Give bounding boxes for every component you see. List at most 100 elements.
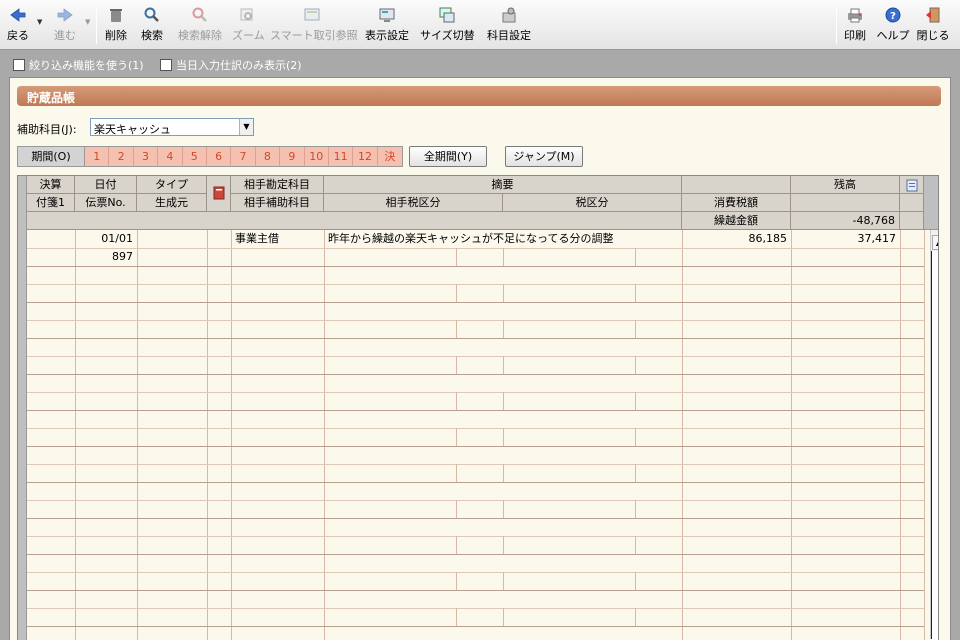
back-arrow-icon [10,8,26,22]
help-button[interactable]: ? ヘルプ [876,4,910,46]
sub-account-select[interactable]: 楽天キャッシュ ▼ [90,118,254,136]
grid-subcolumn-line [503,320,504,338]
month-2[interactable]: 2 [109,147,134,166]
clipboard-icon [906,179,917,192]
header-slip1: 付箋1 [27,194,75,212]
scroll-up-icon[interactable]: ▲ [932,235,938,250]
grid-column-line [75,230,76,640]
ledger-panel: 貯蔵品帳 補助科目(J): 楽天キャッシュ ▼ 期間(O) 1 2 3 4 5 … [9,77,951,640]
month-9[interactable]: 9 [280,147,305,166]
month-4[interactable]: 4 [158,147,183,166]
period-selector: 期間(O) 1 2 3 4 5 6 7 8 9 10 11 12 決 [17,146,404,167]
delete-button[interactable]: 削除 [101,4,131,46]
month-8[interactable]: 8 [255,147,281,166]
header-counter-sub: 相手補助科目 [231,194,324,212]
grid-row-line [27,626,924,627]
size-switch-button[interactable]: サイズ切替 [420,4,475,46]
back-button[interactable]: 戻る [4,4,32,46]
row-voucher-no[interactable]: 897 [75,248,133,266]
month-settlement[interactable]: 決 [377,147,403,166]
size-switch-icon [439,7,455,23]
grid-column-line [682,230,683,640]
header-counter-tax: 相手税区分 [324,194,503,212]
grid-column-line [207,230,208,640]
grid-row-line [27,302,924,303]
period-label[interactable]: 期間(O) [18,147,85,166]
jump-button[interactable]: ジャンプ(M) [505,146,583,167]
grid-row-line [27,410,924,411]
grid-row-line [27,428,924,429]
zoom-button[interactable]: ズーム [232,4,265,46]
row-amount[interactable]: 86,185 [682,230,788,248]
today-only-checkbox[interactable]: 当日入力仕訳のみ表示(2) [160,57,302,73]
search-icon [144,7,159,22]
grid-subcolumn-line [503,464,504,482]
header-counter-account: 相手勘定科目 [231,176,324,194]
toolbar-separator [836,6,837,44]
month-6[interactable]: 6 [206,147,232,166]
grid-row-line [27,446,924,447]
header-blank-4 [900,212,924,230]
print-button[interactable]: 印刷 [840,4,870,46]
scrollbar-thumb[interactable] [931,251,938,639]
grid-subcolumn-line [456,536,457,554]
vertical-scrollbar[interactable]: ▲ [930,230,938,639]
month-1[interactable]: 1 [85,147,110,166]
month-5[interactable]: 5 [182,147,207,166]
grid-row-line [27,554,924,555]
smart-transaction-ref-button[interactable]: スマート取引参照 [270,4,358,46]
header-date: 日付 [75,176,137,194]
account-settings-button[interactable]: 科目設定 [483,4,535,46]
grid-row-line [27,500,924,501]
grid-subcolumn-line [503,284,504,302]
clear-search-icon [192,7,207,22]
row-date[interactable]: 01/01 [75,230,133,248]
grid-subcolumn-line [635,320,636,338]
grid-column-line [900,230,901,640]
grid-subcolumn-line [503,248,504,266]
grid-subcolumn-line [456,572,457,590]
month-11[interactable]: 11 [328,147,354,166]
close-button[interactable]: 閉じる [916,4,950,46]
toolbar: 戻る ▼ 進む ▼ 削除 検索 検索解除 ズーム スマート取引参照 表示設定 サ… [0,0,960,50]
filter-checkbox[interactable]: 絞り込み機能を使う(1) [13,57,144,73]
panel-title: 貯蔵品帳 [17,86,941,106]
checkbox-box[interactable] [160,59,172,71]
grid-row-line [27,320,924,321]
grid-subcolumn-line [456,500,457,518]
grid-column-line [137,230,138,640]
grid-row-line [27,374,924,375]
row-counter-account[interactable]: 事業主借 [235,230,323,248]
grid-subcolumn-line [503,608,504,626]
header-memo[interactable] [900,176,924,194]
back-dropdown-icon[interactable]: ▼ [37,18,42,26]
all-period-button[interactable]: 全期間(Y) [409,146,487,167]
svg-text:?: ? [890,11,896,22]
grid-subcolumn-line [635,356,636,374]
zoom-icon [240,8,253,21]
checkbox-box[interactable] [13,59,25,71]
month-10[interactable]: 10 [304,147,329,166]
grid-row-line [27,266,924,267]
grid-subcolumn-line [635,464,636,482]
chevron-down-icon[interactable]: ▼ [239,119,253,135]
header-attachment [207,176,231,212]
month-7[interactable]: 7 [231,147,256,166]
forward-button[interactable]: 進む [50,4,80,46]
row-summary[interactable]: 昨年から繰越の楽天キャッシュが不足になってる分の調整 [328,230,678,248]
trash-icon [110,9,122,22]
grid-row-line [27,572,924,573]
row-balance[interactable]: 37,417 [791,230,897,248]
clear-search-button[interactable]: 検索解除 [174,4,226,46]
grid-subcolumn-line [635,572,636,590]
search-button[interactable]: 検索 [137,4,167,46]
grid-subcolumn-line [635,284,636,302]
grid-subcolumn-line [503,536,504,554]
header-type: タイプ [137,176,207,194]
month-3[interactable]: 3 [133,147,159,166]
grid-subcolumn-line [503,500,504,518]
grid-subcolumn-line [456,392,457,410]
month-12[interactable]: 12 [353,147,378,166]
forward-dropdown-icon[interactable]: ▼ [85,18,90,26]
display-settings-button[interactable]: 表示設定 [362,4,412,46]
